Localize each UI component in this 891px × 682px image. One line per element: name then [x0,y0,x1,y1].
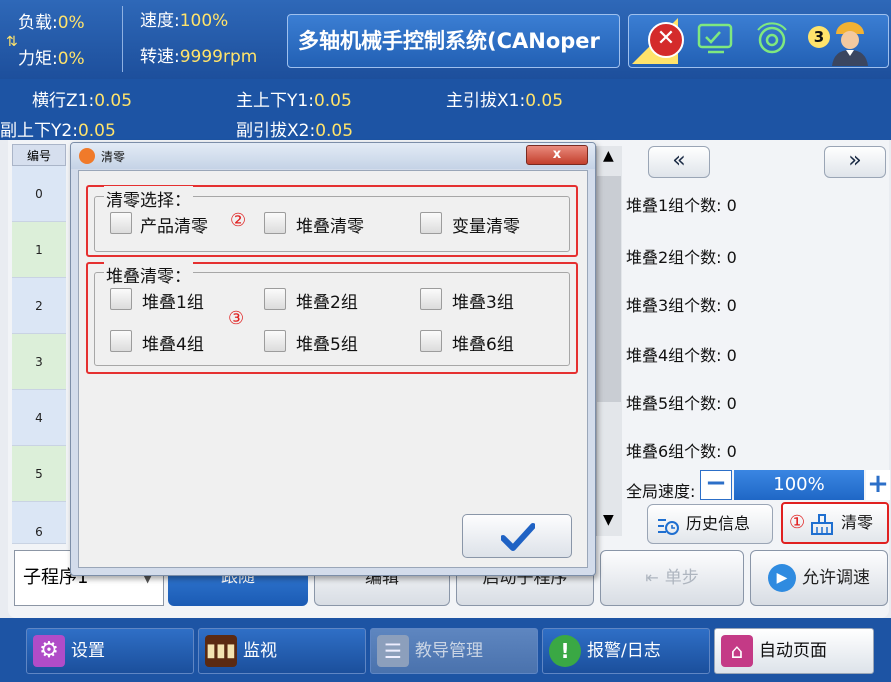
stack-5-checkbox[interactable] [264,330,286,352]
header-divider [122,6,123,72]
history-icon [656,513,680,535]
step-button[interactable]: ⇤ 单步 [600,550,744,606]
global-speed-label: 全局速度: [626,482,696,501]
stack-clear-legend: 堆叠清零： [104,262,193,287]
dialog-titlebar[interactable]: 清零 [71,143,595,169]
sort-arrows-icon: ⇅ [6,34,18,50]
product-clear-label: 产品清零 [140,217,208,237]
stack-5-label: 堆叠5组 [296,335,358,355]
step-icon: ⇤ [645,568,659,587]
clear-button[interactable]: ① 清零 [781,502,889,544]
stack-4-label: 堆叠4组 [142,335,204,355]
confirm-button[interactable] [462,514,572,558]
stack-2-checkbox[interactable] [264,288,286,310]
settings-gear-icon: ⚙ [33,635,65,667]
table-row[interactable]: 4 [12,390,66,446]
stack-count-5: 堆叠5组个数: 0 [626,394,737,413]
play-icon: ▶ [768,564,796,592]
gear-icon[interactable] [752,20,792,58]
axis-y2: 副上下Y2:0.05 [0,121,116,141]
allow-speed-adjust-button[interactable]: ▶ 允许调速 [750,550,888,606]
scroll-thumb[interactable] [597,176,621,402]
table-row[interactable]: 0 [12,166,66,222]
rpm-readout: 转速:9999rpm [140,47,258,67]
table-row[interactable]: 6 [12,502,66,544]
next-page-button[interactable]: » [824,146,886,178]
stop-icon[interactable]: ✕ [648,22,684,58]
load-readout: 负载:0% [18,13,85,33]
stack-3-label: 堆叠3组 [452,293,514,313]
table-row[interactable]: 1 [12,222,66,278]
stack-1-checkbox[interactable] [110,288,132,310]
nav-auto-page[interactable]: ⌂ 自动页面 [714,628,874,674]
axis-y1: 主上下Y1:0.05 [236,91,352,111]
nav-monitor[interactable]: ▮▮▮ 监视 [198,628,366,674]
prev-page-button[interactable]: « [648,146,710,178]
stack-count-6: 堆叠6组个数: 0 [626,442,737,461]
stack-3-checkbox[interactable] [420,288,442,310]
nav-teach[interactable]: ☰ 教导管理 [370,628,538,674]
torque-readout: 力矩:0% [18,49,85,69]
monitor-icon[interactable] [696,22,736,56]
axis-x2: 副引拔X2:0.05 [236,121,354,141]
table-header-index: 编号 [12,144,66,166]
step-marker-1: ① [789,512,806,533]
nav-alarm-log[interactable]: ! 报警/日志 [542,628,710,674]
home-icon: ⌂ [721,635,753,667]
user-avatar-icon[interactable] [826,14,874,66]
stack-count-1: 堆叠1组个数: 0 [626,196,737,215]
clipboard-icon: ☰ [377,635,409,667]
table-row[interactable]: 5 [12,446,66,502]
nav-settings[interactable]: ⚙ 设置 [26,628,194,674]
speed-readout: 速度:100% [140,11,229,31]
stack-clear-checkbox[interactable] [264,212,286,234]
dialog-title: 清零 [101,150,126,164]
variable-clear-checkbox[interactable] [420,212,442,234]
stack-clear-label: 堆叠清零 [296,217,364,237]
step-marker-3: ③ [228,308,245,329]
system-title: 多轴机械手控制系统(CANoper [287,14,620,68]
program-table: 编号 0 1 2 3 4 5 6 [12,144,68,544]
alarm-icon: ! [549,635,581,667]
history-button[interactable]: 历史信息 [647,504,773,544]
stack-6-label: 堆叠6组 [452,335,514,355]
axis-x1: 主引拔X1:0.05 [446,91,564,111]
variable-clear-label: 变量清零 [452,217,520,237]
speed-increase-button[interactable]: + [866,470,890,500]
table-scrollbar[interactable]: ▲ ▼ [596,146,622,536]
global-speed-value[interactable]: 100% [734,470,864,500]
app-icon [79,148,95,164]
scroll-down-icon[interactable]: ▼ [603,512,614,528]
stack-4-checkbox[interactable] [110,330,132,352]
broom-icon [809,512,835,535]
axis-z1: 横行Z1:0.05 [32,91,133,111]
stack-count-2: 堆叠2组个数: 0 [626,248,737,267]
scroll-up-icon[interactable]: ▲ [603,148,614,164]
stack-count-3: 堆叠3组个数: 0 [626,296,737,315]
table-row[interactable]: 3 [12,334,66,390]
monitor-grid-icon: ▮▮▮ [205,635,237,667]
table-row[interactable]: 2 [12,278,66,334]
speed-decrease-button[interactable]: − [700,470,732,500]
stack-6-checkbox[interactable] [420,330,442,352]
stack-count-4: 堆叠4组个数: 0 [626,346,737,365]
dialog-close-button[interactable]: x [526,145,588,165]
stack-1-label: 堆叠1组 [142,293,204,313]
checkmark-icon [501,523,535,551]
step-marker-2: ② [230,210,247,231]
product-clear-checkbox[interactable] [110,212,132,234]
stack-2-label: 堆叠2组 [296,293,358,313]
clear-select-legend: 清零选择： [104,186,193,211]
